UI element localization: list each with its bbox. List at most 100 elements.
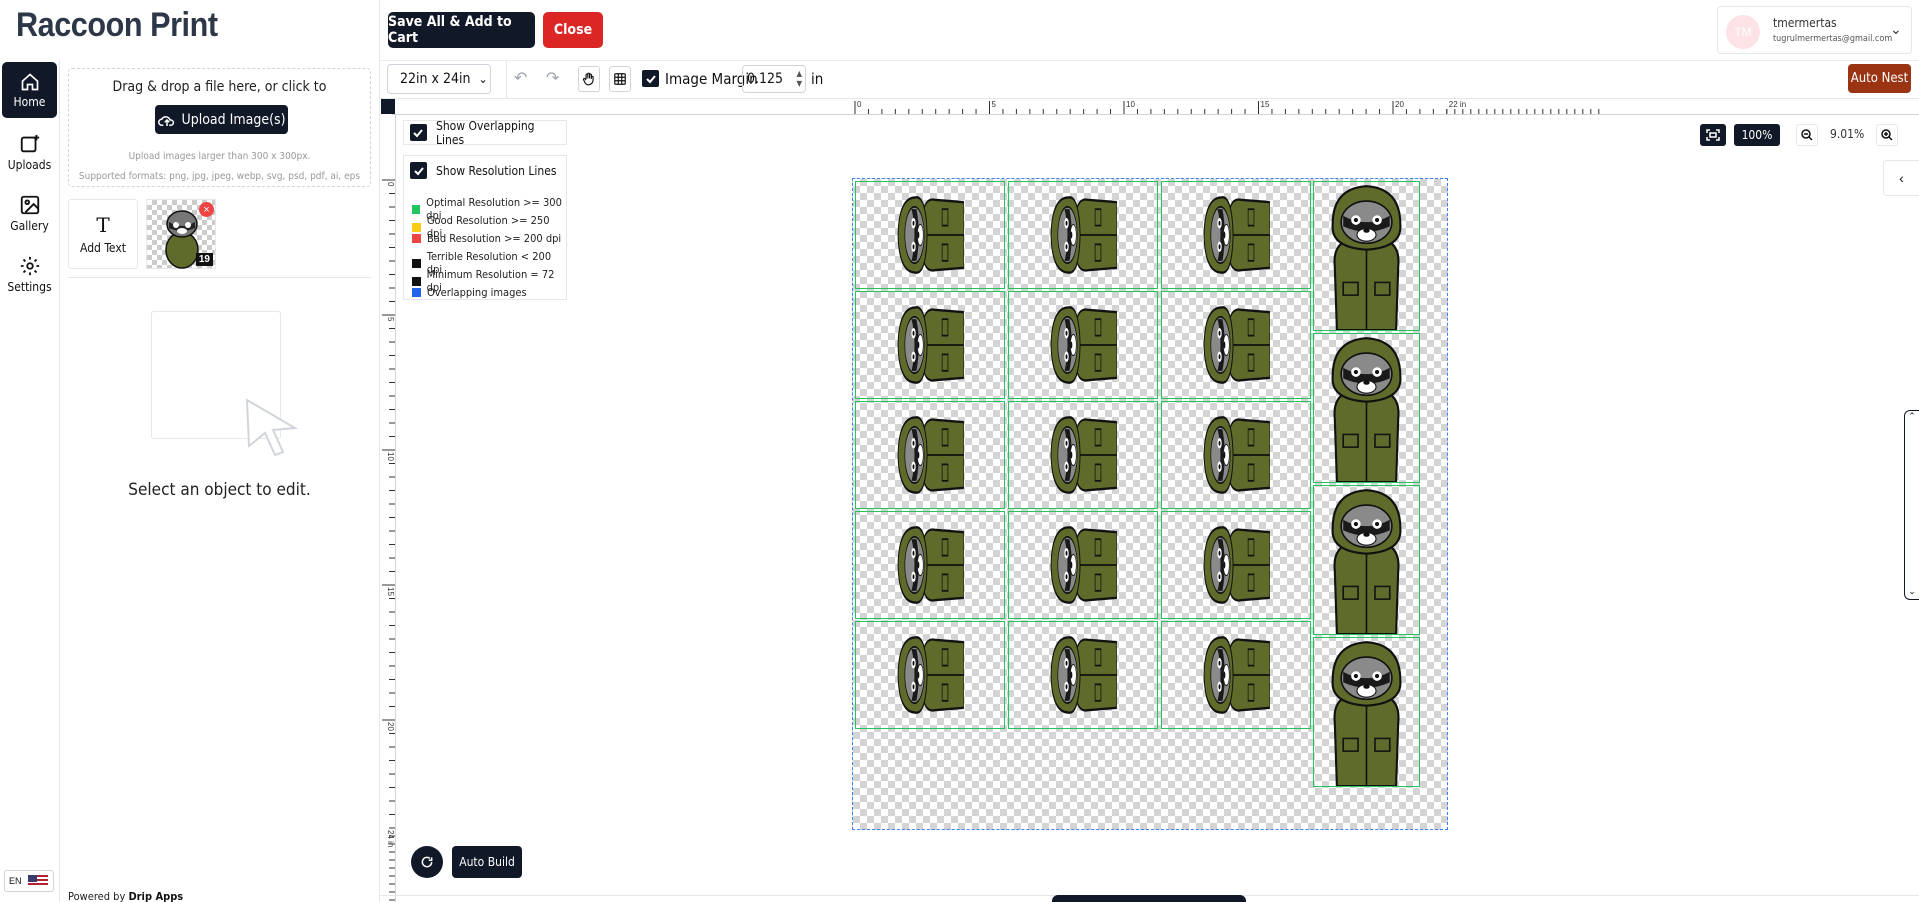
- delete-image-icon[interactable]: ×: [199, 202, 214, 217]
- resolution-legend-panel: Show Resolution Lines Optimal Resolution…: [403, 155, 567, 300]
- fit-screen-icon: [1706, 129, 1720, 141]
- raccoon-tile-sideways[interactable]: [1008, 511, 1158, 619]
- raccoon-tile-upright[interactable]: [1313, 485, 1420, 636]
- raccoon-image: [1203, 416, 1271, 494]
- gear-icon: [20, 256, 39, 275]
- print-sheet-canvas[interactable]: [852, 178, 1448, 830]
- raccoon-tile-sideways[interactable]: [1008, 291, 1158, 399]
- zoom-out-button[interactable]: [1796, 124, 1818, 146]
- redo-icon[interactable]: ↷: [546, 68, 559, 88]
- toolbar-top-border: [380, 60, 1919, 61]
- grid-toggle-button[interactable]: [609, 66, 631, 92]
- overlapping-lines-checkbox[interactable]: [410, 124, 427, 141]
- add-text-button[interactable]: T Add Text: [68, 199, 138, 269]
- raccoon-tile-sideways[interactable]: [1161, 291, 1311, 399]
- resolution-lines-label: Show Resolution Lines: [436, 163, 557, 178]
- user-name: tmermertas: [1773, 16, 1837, 30]
- stepper-icon[interactable]: ▲ ▼: [796, 69, 802, 89]
- panel-separator: [68, 277, 371, 278]
- raccoon-image: [1203, 526, 1271, 604]
- ruler-label: 15: [1261, 100, 1270, 109]
- legend-swatch: [412, 258, 421, 268]
- toolbar-separator: [506, 60, 507, 98]
- us-flag-icon: [27, 875, 48, 887]
- cursor-icon: [245, 398, 299, 456]
- undo-icon[interactable]: ↶: [514, 68, 527, 88]
- legend-swatch: [412, 288, 421, 297]
- raccoon-tile-upright[interactable]: [1313, 181, 1420, 332]
- text-icon: T: [96, 213, 110, 237]
- refresh-button[interactable]: [411, 846, 443, 878]
- raccoon-image: [1331, 641, 1402, 788]
- rail-item-gallery[interactable]: Gallery: [2, 185, 57, 241]
- upload-images-button[interactable]: Upload Image(s): [155, 105, 288, 134]
- side-scroll-handle[interactable]: ⌃ ⌄: [1904, 410, 1919, 600]
- resolution-lines-checkbox[interactable]: [410, 162, 427, 179]
- fit-to-screen-button[interactable]: [1700, 124, 1726, 146]
- ruler-label: 20: [1395, 100, 1404, 109]
- rail-item-uploads[interactable]: Uploads: [2, 124, 57, 180]
- user-menu[interactable]: TM tmermertas tugrulmermertas@gmail.com …: [1717, 6, 1912, 54]
- save-all-button[interactable]: Save All & Add to Cart: [388, 12, 535, 48]
- raccoon-tile-sideways[interactable]: [855, 511, 1005, 619]
- raccoon-image: [1050, 196, 1118, 274]
- upload-dropzone[interactable]: Drag & drop a file here, or click to Upl…: [68, 68, 371, 187]
- zoom-100-button[interactable]: 100%: [1734, 124, 1780, 146]
- ruler-label: 0: [386, 182, 395, 187]
- upload-hint-formats: Supported formats: png, jpg, jpeg, webp,…: [78, 171, 361, 182]
- zoom-out-icon: [1801, 129, 1813, 141]
- raccoon-tile-sideways[interactable]: [1008, 181, 1158, 289]
- uploaded-image-thumbnail[interactable]: × 19: [146, 199, 216, 269]
- auto-nest-button[interactable]: Auto Nest: [1848, 64, 1911, 93]
- raccoon-tile-sideways[interactable]: [1161, 511, 1311, 619]
- image-margin-input[interactable]: 0.125 ▲ ▼: [742, 65, 806, 93]
- rail-item-settings[interactable]: Settings: [2, 246, 57, 302]
- raccoon-tile-sideways[interactable]: [855, 401, 1005, 509]
- overlapping-lines-toggle[interactable]: Show Overlapping Lines: [403, 119, 567, 147]
- rail-item-label: Settings: [7, 279, 52, 294]
- resolution-lines-toggle[interactable]: Show Resolution Lines: [410, 162, 556, 179]
- raccoon-image: [897, 196, 965, 274]
- check-icon: [413, 166, 424, 175]
- raccoon-tile-sideways[interactable]: [855, 181, 1005, 289]
- raccoon-tile-sideways[interactable]: [1008, 401, 1158, 509]
- language-selector[interactable]: EN: [4, 870, 54, 892]
- chevron-left-icon[interactable]: ‹: [1883, 160, 1919, 196]
- ruler-label: 10: [386, 452, 395, 461]
- raccoon-image: [1203, 306, 1271, 384]
- pan-tool-button[interactable]: [578, 66, 600, 92]
- raccoon-image: [1331, 489, 1402, 636]
- image-margin-checkbox[interactable]: [642, 70, 659, 87]
- chevron-down-icon: ⌄: [1890, 21, 1902, 37]
- raccoon-tile-sideways[interactable]: [1161, 621, 1311, 729]
- rail-item-label: Uploads: [7, 157, 52, 172]
- raccoon-tile-sideways[interactable]: [855, 291, 1005, 399]
- raccoon-tile-sideways[interactable]: [855, 621, 1005, 729]
- add-text-label: Add Text: [80, 241, 126, 255]
- raccoon-tile-sideways[interactable]: [1008, 621, 1158, 729]
- raccoon-tile-upright[interactable]: [1313, 637, 1420, 788]
- avatar: TM: [1726, 15, 1760, 49]
- user-email: tugrulmermertas@gmail.com: [1773, 34, 1893, 44]
- raccoon-tile-sideways[interactable]: [1161, 401, 1311, 509]
- rail-item-label: Gallery: [10, 218, 49, 233]
- close-button[interactable]: Close: [543, 12, 603, 48]
- powered-prefix: Powered by: [68, 890, 126, 902]
- powered-brand-link[interactable]: Drip Apps: [128, 890, 183, 902]
- bottom-drawer-tab[interactable]: [1052, 895, 1246, 902]
- vertical-ruler: 0 5 10 15 20 24 in: [382, 115, 396, 902]
- raccoon-tile-sideways[interactable]: [1161, 181, 1311, 289]
- raccoon-image: [1050, 306, 1118, 384]
- rail-item-label: Home: [13, 94, 46, 109]
- zoom-in-button[interactable]: [1876, 124, 1898, 146]
- rail-item-home[interactable]: Home: [2, 62, 57, 118]
- raccoon-tile-upright[interactable]: [1313, 333, 1420, 484]
- auto-build-button[interactable]: Auto Build: [452, 846, 522, 878]
- app-logo: Raccoon Print: [16, 6, 218, 44]
- sheet-size-select[interactable]: 22in x 24in ⌄: [387, 64, 491, 94]
- chevron-up-icon: ⌃: [1908, 411, 1916, 421]
- legend-swatch: [412, 276, 421, 286]
- ruler-label: 22 in: [1449, 100, 1466, 109]
- legend-item: Overlapping images: [412, 286, 527, 299]
- raccoon-image: [1331, 185, 1402, 332]
